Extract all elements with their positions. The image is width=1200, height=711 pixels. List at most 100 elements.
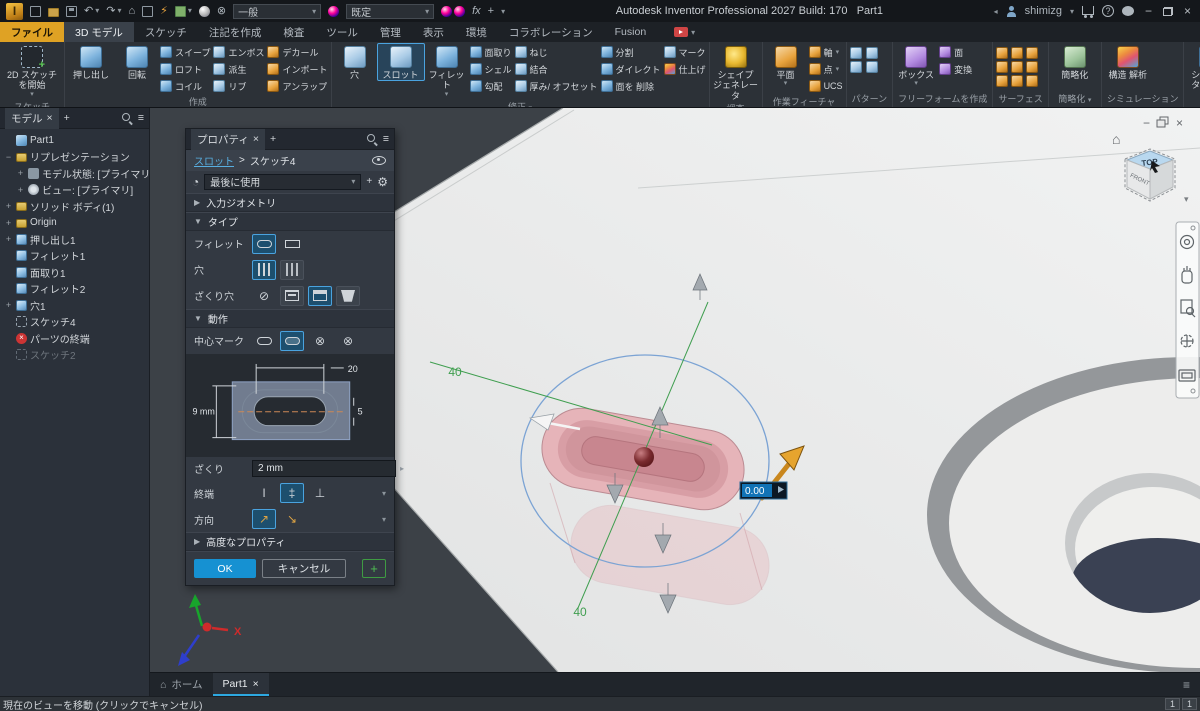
import-button[interactable]: インポート [267,61,327,77]
inventor-app-icon[interactable]: I [6,3,23,20]
tab-file[interactable]: ファイル [0,22,64,42]
tree-item-view[interactable]: +ビュー: [プライマリ] [4,182,149,199]
sweep-button[interactable]: スイープ [160,44,210,60]
termination-to-face-toggle[interactable]: ⊥ [308,483,332,503]
ruled-surface-icon[interactable] [1026,61,1038,73]
slot-rounded-toggle[interactable] [252,234,276,254]
delete-face-button[interactable]: 面を 削除 [601,78,661,94]
decal-button[interactable]: デカール [267,44,327,60]
emboss-button[interactable]: エンボス [213,44,264,60]
termination-through-toggle[interactable]: Ι [252,483,276,503]
tree-item-hole1[interactable]: +穴1 [4,297,149,314]
properties-tab[interactable]: プロパティ × [191,129,265,150]
navigation-bar[interactable] [1176,222,1199,398]
dimension-label-a[interactable]: 40 [448,365,462,379]
patch-icon[interactable] [1011,47,1023,59]
quick-access-caret[interactable]: ▾ [501,7,505,16]
tree-item-extrusion1[interactable]: +押し出し1 [4,231,149,248]
loft-button[interactable]: ロフト [160,61,210,77]
stitch-icon[interactable] [996,47,1008,59]
unwrap-button[interactable]: アンラップ [267,78,327,94]
doc-close-icon[interactable]: × [1176,116,1183,130]
home-tab[interactable]: ⌂ ホーム [150,673,213,696]
restore-button[interactable] [1163,7,1173,16]
section-type[interactable]: ▼タイプ [186,212,394,231]
section-advanced[interactable]: ▶高度なプロパティ [186,532,394,551]
user-name[interactable]: shimizg [1025,5,1062,17]
minimize-button[interactable]: − [1142,4,1155,18]
thicken-offset-button[interactable]: 厚み/ オフセット [515,78,598,94]
viewcube-menu-caret-icon[interactable]: ▾ [1184,194,1189,204]
hole-through-toggle[interactable] [252,260,276,280]
counterbore-toggle[interactable] [308,286,332,306]
close-button[interactable]: × [1181,4,1194,18]
tree-item-model-state[interactable]: +モデル状態: [プライマリ] [4,165,149,182]
help-icon[interactable]: ? [1102,5,1114,17]
sketch-pattern-icon[interactable] [866,61,878,73]
tab-fusion[interactable]: Fusion [604,22,658,42]
properties-tab-close-icon[interactable]: × [253,133,259,145]
tab-view[interactable]: 表示 [412,22,455,42]
draft-button[interactable]: 勾配 [470,78,512,94]
extend-icon[interactable] [996,61,1008,73]
browser-menu-icon[interactable]: ≡ [138,112,144,124]
freeform-face-button[interactable]: 面 [939,44,972,60]
centermark-none-toggle[interactable] [252,331,276,351]
image-button[interactable]: ▾ [175,6,192,17]
countersink-toggle[interactable] [336,286,360,306]
redo-button[interactable]: ↷▾ [106,6,121,17]
offset-value[interactable]: 0.00 [745,486,765,497]
tree-item-sketch4[interactable]: スケッチ4 [4,314,149,331]
finish-button[interactable]: 仕上げ [664,61,706,77]
freeform-box-button[interactable]: ボックス▾ [896,44,936,88]
plane-button[interactable]: 平面▾ [766,44,806,88]
hole-button[interactable]: 穴 [335,44,375,80]
tab-tools[interactable]: ツール [315,22,369,42]
tab-manage[interactable]: 管理 [369,22,412,42]
adjust-sphere-icon[interactable] [441,6,465,17]
preset-dropdown[interactable]: 最後に使用▾ [204,174,361,190]
home-button[interactable]: ⌂ [128,6,135,17]
tree-item-end-of-part[interactable]: ×パーツの終端 [4,330,149,347]
paste-button[interactable] [142,6,153,17]
add-quick-access-button[interactable]: + [488,6,494,17]
start-2d-sketch-button[interactable]: 2D スケッチを開始▾ [3,44,61,99]
shape-generator-button[interactable]: シェイプ ジェネレータ [713,44,759,101]
breadcrumb-slot-link[interactable]: スロット [194,153,234,168]
centermark-ends-toggle[interactable]: ⊗ [308,331,332,351]
sculpt-icon[interactable] [1011,61,1023,73]
preset-settings-gear-icon[interactable]: ⚙ [377,176,388,188]
chamfer-button[interactable]: 面取り [470,44,512,60]
tab-environments[interactable]: 環境 [455,22,498,42]
fit-mesh-icon[interactable] [1026,75,1038,87]
offset-value-box[interactable]: 0.00 [740,482,787,499]
appearance-dropdown[interactable]: 既定▾ [346,4,434,19]
properties-add-tab-button[interactable]: + [270,133,276,145]
group-label-simplify[interactable]: 簡略化 ▾ [1052,91,1098,107]
centermark-center-toggle[interactable] [280,331,304,351]
direct-button[interactable]: ダイレクト [601,61,661,77]
slot-width-dim[interactable]: 9 mm [192,406,214,416]
axis-button[interactable]: 軸▾ [809,44,843,60]
tree-item-part1[interactable]: Part1 [4,132,149,149]
slot-square-toggle[interactable] [280,234,304,254]
new-file-button[interactable] [30,6,41,17]
user-caret[interactable]: ▾ [1070,7,1074,16]
material-dropdown[interactable]: 一般▾ [233,4,321,19]
revolve-button[interactable]: 回転 [117,44,157,80]
rib-button[interactable]: リブ [213,78,264,94]
untrim-icon[interactable] [996,75,1008,87]
termination-midplane-toggle[interactable]: ‡ [280,483,304,503]
store-cart-icon[interactable] [1082,6,1094,15]
user-avatar[interactable] [1006,6,1017,17]
rectangular-pattern-icon[interactable] [850,47,862,59]
tree-item-sketch2[interactable]: スケッチ2 [4,347,149,364]
part1-tab-close-icon[interactable]: × [253,678,259,690]
split-button[interactable]: 分割 [601,44,661,60]
slot-button[interactable]: スロット [378,44,424,80]
browser-tab-model[interactable]: モデル × [5,108,59,129]
combine-button[interactable]: 結合 [515,61,598,77]
undo-button[interactable]: ↶▾ [84,6,99,17]
convert-to-sheet-metal-button[interactable]: シート メタル に変換 [1187,44,1200,101]
repair-icon[interactable] [1011,75,1023,87]
